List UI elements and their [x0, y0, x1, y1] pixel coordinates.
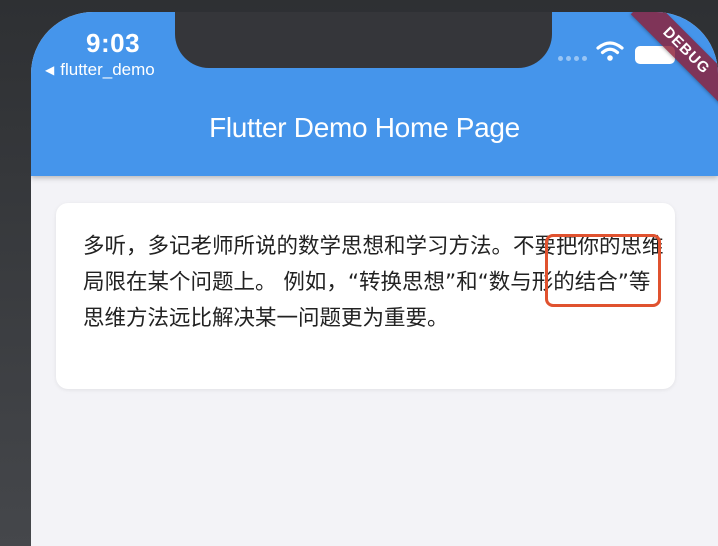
back-app-label: flutter_demo [60, 60, 155, 79]
back-to-app-link[interactable]: ◀ flutter_demo [45, 60, 155, 80]
cellular-signal-icon [558, 56, 587, 61]
screen-background: 9:03 ◀ flutter_demo Flutter Demo Home Pa… [0, 0, 718, 546]
device-notch [175, 12, 552, 68]
status-time: 9:03 [86, 28, 141, 58]
wifi-icon [596, 41, 624, 61]
back-triangle-icon: ◀ [45, 63, 55, 77]
app-bar: 9:03 ◀ flutter_demo Flutter Demo Home Pa… [31, 12, 718, 176]
page-title: Flutter Demo Home Page [209, 112, 520, 143]
highlight-annotation-box [545, 234, 661, 307]
